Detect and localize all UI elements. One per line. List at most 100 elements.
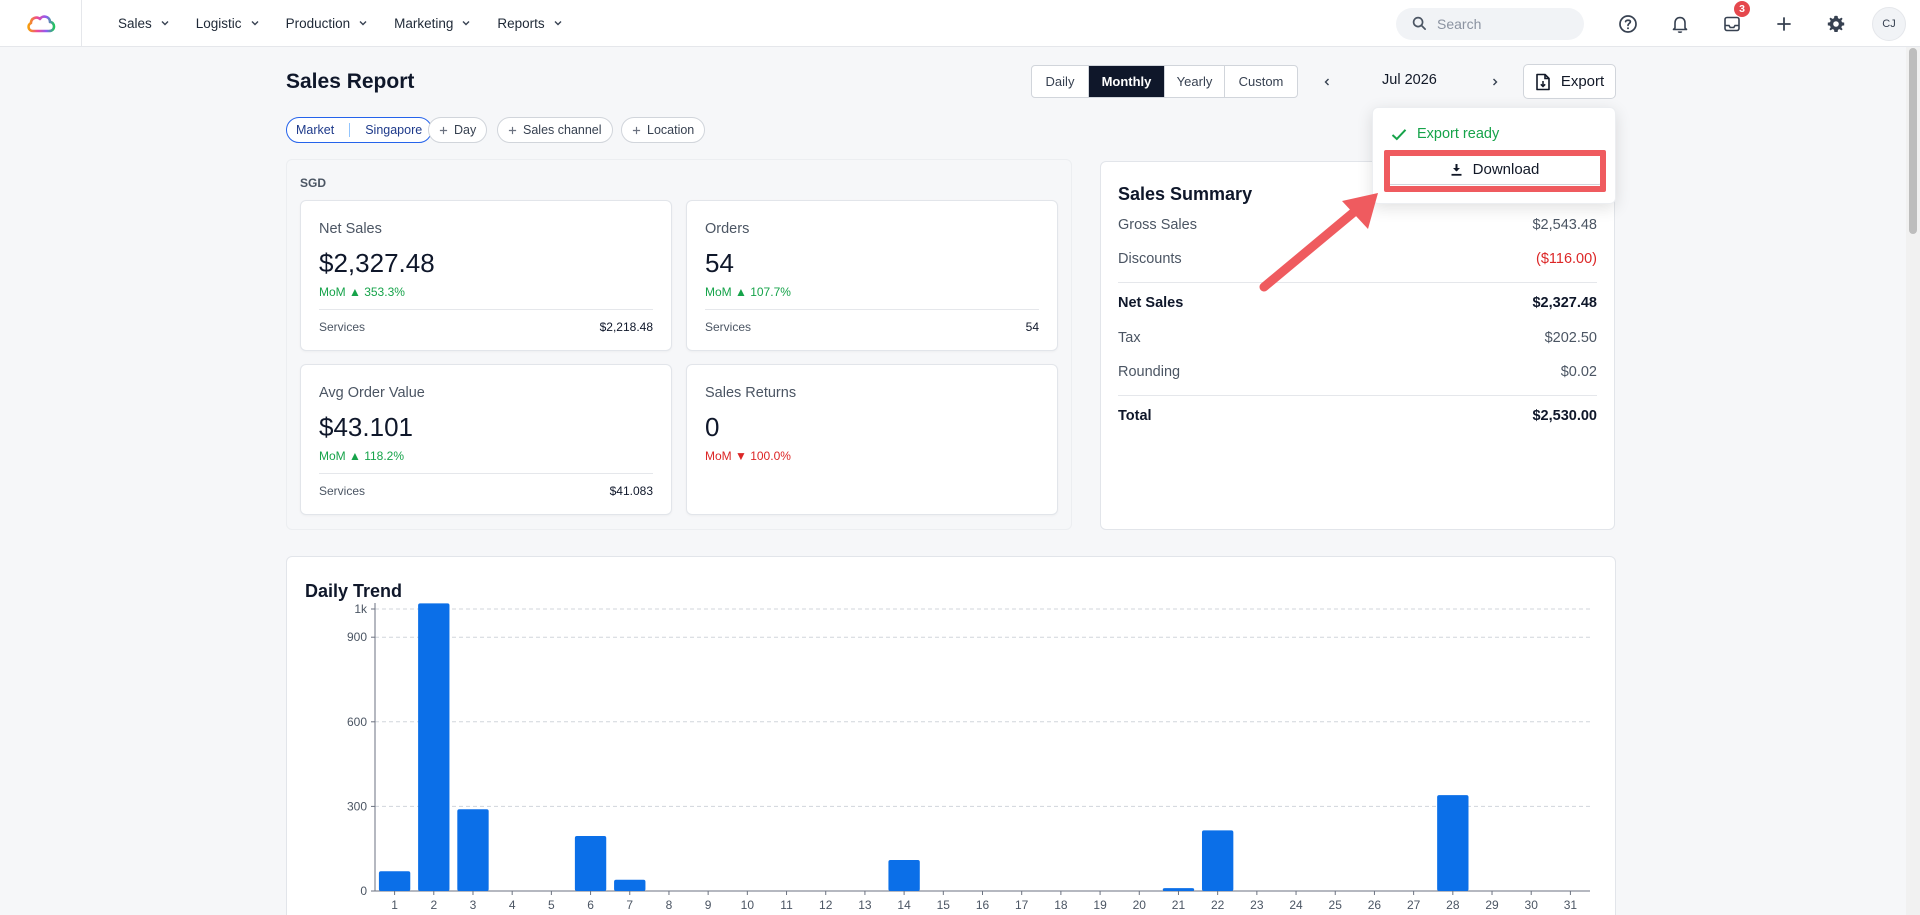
- summary-row-label: Net Sales: [1118, 295, 1184, 311]
- inbox-count-badge: 3: [1734, 1, 1750, 17]
- period-daily-button[interactable]: Daily: [1032, 66, 1089, 97]
- currency-label: SGD: [300, 176, 327, 190]
- x-tick-label: 31: [1564, 898, 1578, 912]
- kpi-card-orders[interactable]: Orders 54 MoM ▲ 107.7% Services 54: [686, 200, 1058, 351]
- x-tick-label: 28: [1446, 898, 1460, 912]
- chart-bar: [457, 809, 489, 891]
- period-monthly-button[interactable]: Monthly: [1089, 66, 1165, 97]
- period-yearly-button[interactable]: Yearly: [1165, 66, 1225, 97]
- nav-item-sales[interactable]: Sales: [106, 0, 182, 47]
- plus-icon: [1777, 16, 1791, 31]
- x-tick-label: 19: [1093, 898, 1107, 912]
- summary-row-rounding: Rounding $0.02: [1118, 364, 1597, 380]
- export-button[interactable]: Export: [1523, 64, 1616, 99]
- summary-row-value: $2,327.48: [1532, 295, 1597, 311]
- kpi-label: Orders: [705, 221, 750, 237]
- kpi-value: 0: [705, 412, 720, 442]
- gear-icon: [1827, 15, 1845, 32]
- summary-row-total: Total $2,530.00: [1118, 408, 1597, 424]
- page-scrollbar[interactable]: [1906, 47, 1920, 915]
- y-tick-label: 900: [347, 630, 367, 644]
- kpi-card-sales-returns[interactable]: Sales Returns 0 MoM ▼ 100.0%: [686, 364, 1058, 515]
- nav-item-reports[interactable]: Reports: [485, 0, 574, 47]
- download-button-label: Download: [1472, 160, 1540, 178]
- add-sales-channel-filter-chip[interactable]: Sales channel: [497, 117, 613, 143]
- x-tick-label: 10: [741, 898, 755, 912]
- summary-divider: [1118, 282, 1597, 283]
- add-button[interactable]: [1758, 0, 1810, 47]
- app-logo[interactable]: [0, 0, 82, 47]
- summary-row-value: $0.02: [1560, 364, 1597, 380]
- market-filter-chip[interactable]: Market Singapore: [286, 117, 433, 143]
- y-tick-label: 1k: [354, 602, 368, 616]
- kpi-value: $43.101: [319, 412, 413, 442]
- export-popover: Export ready Download: [1372, 107, 1616, 204]
- summary-row-label: Gross Sales: [1118, 217, 1197, 233]
- market-filter-label: Market: [296, 123, 335, 137]
- x-tick-label: 22: [1211, 898, 1225, 912]
- kpi-label: Sales Returns: [705, 385, 797, 401]
- notifications-button[interactable]: [1654, 0, 1706, 47]
- x-tick-label: 3: [470, 898, 477, 912]
- nav-item-marketing[interactable]: Marketing: [382, 0, 483, 47]
- nav-item-label: Marketing: [394, 15, 454, 31]
- summary-row-value: $202.50: [1544, 330, 1597, 346]
- user-avatar[interactable]: CJ: [1872, 6, 1906, 41]
- search-input[interactable]: [1437, 15, 1557, 32]
- summary-row-value: $2,530.00: [1532, 408, 1597, 424]
- nav-item-logistic[interactable]: Logistic: [184, 0, 272, 47]
- kpi-sub-value: 54: [1025, 320, 1039, 334]
- export-status-label: Export ready: [1417, 126, 1500, 142]
- x-tick-label: 30: [1525, 898, 1539, 912]
- nav-item-label: Reports: [497, 15, 545, 31]
- summary-row-label: Rounding: [1118, 364, 1181, 380]
- x-tick-label: 1: [391, 898, 398, 912]
- chevron-down-icon: [161, 21, 169, 26]
- export-status: Export ready: [1391, 126, 1499, 142]
- nav-item-label: Production: [285, 15, 351, 31]
- x-tick-label: 5: [548, 898, 555, 912]
- help-button[interactable]: [1602, 0, 1654, 47]
- scrollbar-thumb[interactable]: [1909, 48, 1917, 234]
- kpi-sub-label: Services: [319, 484, 366, 498]
- kpi-label: Avg Order Value: [319, 385, 425, 401]
- kpi-card-net-sales[interactable]: Net Sales $2,327.48 MoM ▲ 353.3% Service…: [300, 200, 672, 351]
- x-tick-label: 15: [937, 898, 951, 912]
- x-tick-label: 26: [1368, 898, 1382, 912]
- market-filter-value: Singapore: [365, 123, 423, 137]
- x-tick-label: 16: [976, 898, 990, 912]
- chip-divider: [349, 123, 351, 137]
- kpi-value: $2,327.48: [319, 248, 435, 278]
- next-period-button[interactable]: [1483, 70, 1507, 94]
- x-tick-label: 23: [1250, 898, 1264, 912]
- add-sales-channel-filter-label: Sales channel: [523, 123, 602, 137]
- previous-period-button[interactable]: [1315, 70, 1339, 94]
- chart-bar: [1437, 795, 1469, 891]
- kpi-divider: [705, 309, 1039, 310]
- period-custom-button[interactable]: Custom: [1225, 66, 1297, 97]
- add-day-filter-chip[interactable]: Day: [428, 117, 488, 143]
- sales-summary-card: Sales Summary Gross Sales $2,543.48 Disc…: [1100, 161, 1615, 530]
- kpi-label: Net Sales: [319, 221, 382, 237]
- nav-item-production[interactable]: Production: [274, 0, 381, 47]
- x-tick-label: 24: [1289, 898, 1303, 912]
- kpi-divider: [319, 309, 653, 310]
- help-icon: [1619, 14, 1637, 33]
- x-tick-label: 8: [666, 898, 673, 912]
- nav-item-label: Logistic: [195, 15, 242, 31]
- summary-row-value: ($116.00): [1536, 251, 1597, 267]
- chart-bar: [614, 879, 646, 891]
- plus-icon: [632, 126, 641, 134]
- y-tick-label: 0: [360, 884, 367, 898]
- x-tick-label: 11: [780, 898, 793, 912]
- x-tick-label: 18: [1054, 898, 1068, 912]
- kpi-sub-value: $2,218.48: [599, 320, 653, 334]
- add-location-filter-chip[interactable]: Location: [621, 117, 706, 143]
- inbox-button[interactable]: 3: [1706, 0, 1758, 47]
- plus-icon: [508, 126, 517, 134]
- kpi-card-avg-order-value[interactable]: Avg Order Value $43.101 MoM ▲ 118.2% Ser…: [300, 364, 672, 515]
- kpi-mom-change: MoM ▲ 118.2%: [319, 449, 405, 463]
- download-button[interactable]: Download: [1386, 153, 1603, 185]
- settings-button[interactable]: [1810, 0, 1862, 47]
- x-tick-label: 14: [897, 898, 911, 912]
